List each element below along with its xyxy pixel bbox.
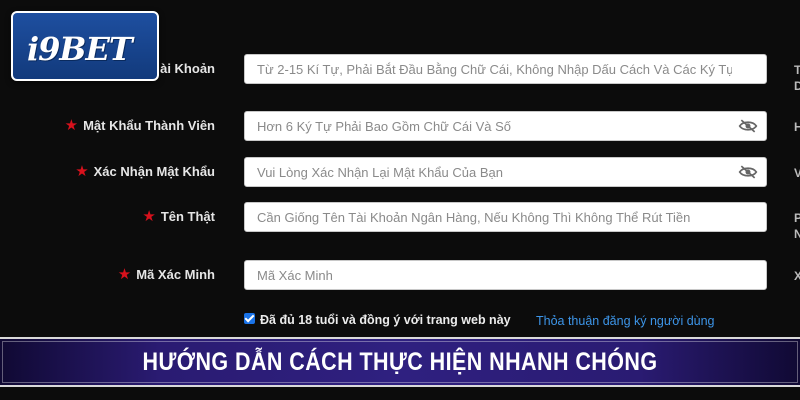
logo-text: i9BET xyxy=(27,30,133,68)
user-agreement-link[interactable]: Thỏa thuận đăng ký người dùng xyxy=(536,311,715,331)
required-star-icon: ★ xyxy=(117,266,132,283)
eye-slash-icon[interactable] xyxy=(738,118,758,134)
password-input[interactable] xyxy=(257,112,732,140)
real-name-side-hint: P N xyxy=(794,210,800,242)
real-name-label-text: Tên Thật xyxy=(160,209,215,224)
real-name-input[interactable] xyxy=(257,203,732,231)
username-side-hint: T D xyxy=(794,62,800,94)
required-star-icon: ★ xyxy=(142,208,156,225)
real-name-side-hint-1: P xyxy=(794,211,800,225)
title-banner: HƯỚNG DẪN CÁCH THỰC HIỆN NHANH CHÓNG xyxy=(0,337,800,387)
username-side-hint-1: T xyxy=(794,63,800,77)
password-label-text: Mật Khẩu Thành Viên xyxy=(83,118,215,133)
verification-code-label: ★ Mã Xác Minh xyxy=(118,260,215,290)
required-star-icon: ★ xyxy=(75,163,89,180)
required-star-icon: ★ xyxy=(64,117,79,134)
username-input[interactable] xyxy=(257,55,732,83)
confirm-password-field[interactable] xyxy=(244,157,767,187)
username-label: ài Khoản xyxy=(160,54,215,84)
confirm-password-side-hint: V xyxy=(794,166,800,180)
username-label-text: ài Khoản xyxy=(160,61,215,76)
verification-code-side-hint: X xyxy=(794,269,800,283)
real-name-field[interactable] xyxy=(244,202,767,232)
banner-title: HƯỚNG DẪN CÁCH THỰC HIỆN NHANH CHÓNG xyxy=(142,348,658,376)
confirm-password-label: ★ Xác Nhận Mật Khẩu xyxy=(75,157,215,187)
eye-slash-icon[interactable] xyxy=(738,164,758,180)
verification-code-input[interactable] xyxy=(257,261,732,289)
password-field[interactable] xyxy=(244,111,767,141)
agreement-text: Đã đủ 18 tuổi và đồng ý với trang web nà… xyxy=(260,313,511,327)
username-side-hint-2: D xyxy=(794,79,800,93)
agreement-checkbox[interactable] xyxy=(244,313,255,325)
password-label: ★ Mật Khẩu Thành Viên xyxy=(65,111,215,141)
real-name-label: ★ Tên Thật xyxy=(142,202,215,232)
brand-logo[interactable]: i9BET xyxy=(11,11,159,81)
bottom-strip xyxy=(0,387,800,400)
password-side-hint: H xyxy=(794,120,800,134)
verification-code-label-text: Mã Xác Minh xyxy=(136,267,215,282)
confirm-password-input[interactable] xyxy=(257,158,732,186)
real-name-side-hint-2: N xyxy=(794,227,800,241)
confirm-password-label-text: Xác Nhận Mật Khẩu xyxy=(93,164,215,179)
verification-code-field[interactable] xyxy=(244,260,767,290)
age-agreement[interactable]: Đã đủ 18 tuổi và đồng ý với trang web nà… xyxy=(244,310,511,330)
username-field[interactable] xyxy=(244,54,767,84)
